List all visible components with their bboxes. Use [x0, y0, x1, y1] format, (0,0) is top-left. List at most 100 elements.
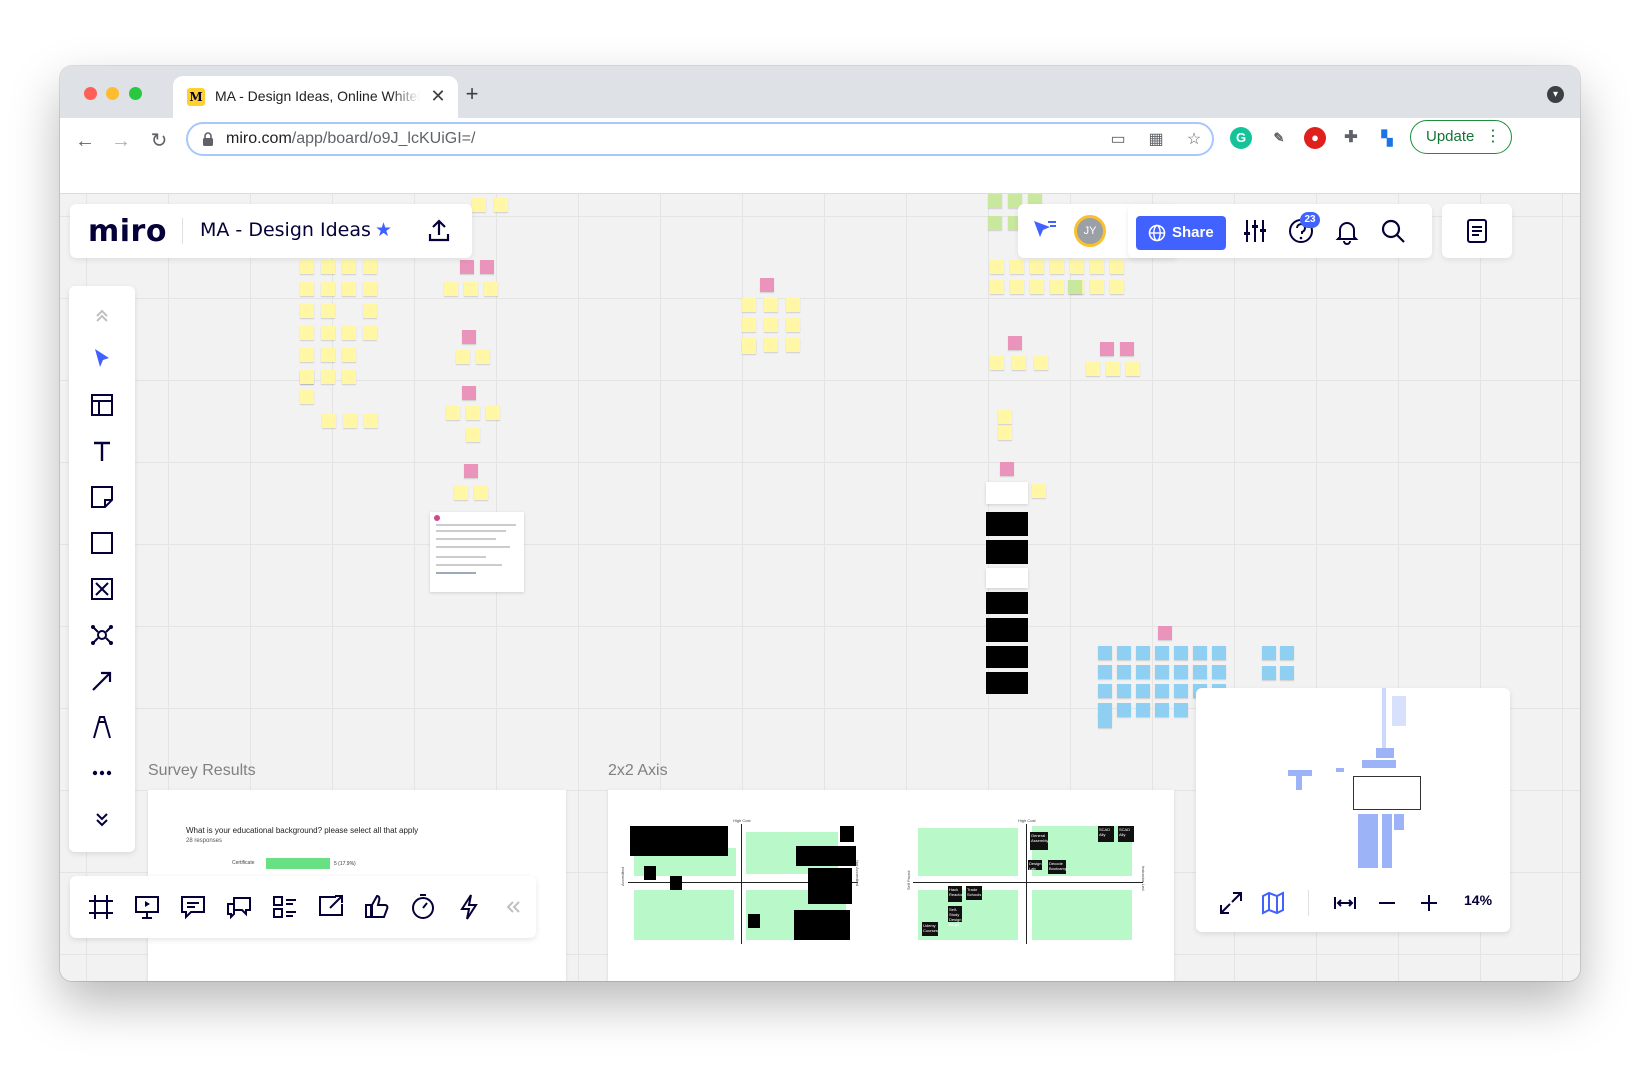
sticky-note[interactable]: [446, 406, 460, 420]
sticky-note[interactable]: [764, 338, 778, 352]
sticky-note[interactable]: [1050, 260, 1064, 274]
sticky-note[interactable]: [764, 298, 778, 312]
sticky-note[interactable]: [363, 326, 377, 340]
board-name[interactable]: MA - Design Ideas: [200, 219, 371, 241]
settings-sliders-icon[interactable]: [1240, 216, 1270, 246]
reload-button[interactable]: ↻: [144, 126, 174, 156]
image-thumbnail[interactable]: [644, 866, 656, 880]
sticky-note[interactable]: [1050, 280, 1064, 294]
forward-button[interactable]: →: [106, 126, 136, 156]
sticky-note[interactable]: [460, 260, 474, 274]
search-icon[interactable]: [1378, 216, 1408, 246]
lightning-apps-icon[interactable]: [454, 892, 484, 922]
sticky-note[interactable]: [464, 282, 478, 296]
expand-down-icon[interactable]: [87, 804, 117, 834]
sticky-note[interactable]: [342, 326, 356, 340]
address-bar[interactable]: miro.com/app/board/o9J_lcKUiGI=/ ▭ ▦ ☆: [186, 122, 1214, 156]
sticky-note[interactable]: [300, 348, 314, 362]
sticky-note[interactable]: [1280, 666, 1294, 680]
sticky-note[interactable]: [1117, 684, 1131, 698]
image-thumbnail[interactable]: [796, 846, 856, 866]
sticky-note[interactable]: [466, 428, 480, 442]
image-card[interactable]: [986, 512, 1028, 536]
sticky-note[interactable]: [1155, 684, 1169, 698]
quadrant-box[interactable]: [918, 828, 1018, 876]
sticky-note[interactable]: [1070, 260, 1084, 274]
eyedropper-icon[interactable]: ✎: [1268, 127, 1290, 149]
sticky-note[interactable]: [1155, 646, 1169, 660]
grammarly-icon[interactable]: G: [1230, 127, 1252, 149]
axis-tag[interactable]: Hack Reactor: [948, 886, 963, 902]
sticky-note[interactable]: [300, 260, 314, 274]
sticky-note[interactable]: [363, 260, 377, 274]
sticky-note[interactable]: [1174, 646, 1188, 660]
extensions-puzzle-icon[interactable]: ✚: [1340, 127, 1362, 149]
sticky-note[interactable]: [300, 326, 314, 340]
tab-search-icon[interactable]: ▾: [1547, 86, 1564, 103]
sticky-note[interactable]: [1010, 260, 1024, 274]
sticky-note[interactable]: [764, 318, 778, 332]
sticky-note[interactable]: [1193, 665, 1207, 679]
sticky-note[interactable]: [300, 390, 314, 404]
sticky-note[interactable]: [1117, 703, 1131, 717]
sticky-note[interactable]: [321, 348, 335, 362]
card-list-icon[interactable]: [270, 892, 300, 922]
sticky-note[interactable]: [742, 318, 756, 332]
voting-thumbs-up-icon[interactable]: [362, 892, 392, 922]
sticky-note[interactable]: [1155, 703, 1169, 717]
bookmark-star-icon[interactable]: ☆: [1184, 130, 1204, 150]
sticky-note[interactable]: [1136, 703, 1150, 717]
sticky-note[interactable]: [998, 426, 1012, 440]
minimap-panel[interactable]: 14%: [1196, 688, 1510, 932]
image-card[interactable]: [986, 540, 1028, 564]
axis-frame[interactable]: High Cost Accredited Not Accredited High…: [608, 790, 1174, 981]
whiteboard-canvas[interactable]: miro MA - Design Ideas ★ JY Share 23 Sur…: [60, 194, 1580, 981]
sticky-note[interactable]: [484, 282, 498, 296]
sticky-note[interactable]: [1008, 336, 1022, 350]
templates-icon[interactable]: [87, 390, 117, 420]
sticky-note[interactable]: [990, 260, 1004, 274]
image-thumbnail[interactable]: [748, 914, 760, 928]
sticky-note[interactable]: [1280, 646, 1294, 660]
update-button[interactable]: Update ⋮: [1410, 120, 1512, 154]
sticky-note[interactable]: [1155, 665, 1169, 679]
new-tab-button[interactable]: +: [460, 82, 484, 106]
presentation-icon[interactable]: [132, 892, 162, 922]
sticky-note[interactable]: [363, 282, 377, 296]
pen-tool-icon[interactable]: [87, 712, 117, 742]
sticky-note-icon[interactable]: [87, 482, 117, 512]
sticky-note[interactable]: [1212, 646, 1226, 660]
sticky-note[interactable]: [454, 486, 468, 500]
comment-icon[interactable]: [178, 892, 208, 922]
axis-tag[interactable]: Design Lab: [1028, 860, 1042, 871]
quadrant-box[interactable]: [1032, 890, 1132, 940]
image-thumbnail[interactable]: [808, 868, 852, 904]
sticky-note[interactable]: [1030, 280, 1044, 294]
image-card[interactable]: [986, 482, 1028, 504]
fit-to-screen-icon[interactable]: [1332, 890, 1358, 916]
sticky-note[interactable]: [990, 280, 1004, 294]
frame-title-survey[interactable]: Survey Results: [148, 762, 256, 780]
sticky-note[interactable]: [486, 406, 500, 420]
sticky-note[interactable]: [1158, 626, 1172, 640]
zoom-level[interactable]: 14%: [1464, 892, 1492, 908]
sticky-note[interactable]: [1136, 646, 1150, 660]
axis-tag[interactable]: Udemy Courses: [922, 922, 938, 936]
collapse-up-icon[interactable]: [87, 300, 117, 330]
more-menu-icon[interactable]: ⋮: [1485, 121, 1501, 153]
sticky-note[interactable]: [1126, 362, 1140, 376]
sticky-note[interactable]: [1106, 362, 1120, 376]
image-card[interactable]: [986, 672, 1028, 694]
connector-arrow-icon[interactable]: [87, 666, 117, 696]
sticky-note[interactable]: [1110, 260, 1124, 274]
qr-code-icon[interactable]: ▦: [1146, 130, 1166, 150]
sticky-note[interactable]: [998, 410, 1012, 424]
sticky-note[interactable]: [988, 194, 1002, 208]
sticky-note[interactable]: [342, 348, 356, 362]
sticky-note[interactable]: [300, 304, 314, 318]
tab-close-icon[interactable]: ✕: [428, 86, 448, 106]
extension-blue-icon[interactable]: ▚: [1376, 127, 1398, 149]
sticky-note[interactable]: [988, 216, 1002, 230]
sticky-note[interactable]: [364, 414, 378, 428]
axis-tag[interactable]: SCAD Ally: [1118, 826, 1134, 842]
